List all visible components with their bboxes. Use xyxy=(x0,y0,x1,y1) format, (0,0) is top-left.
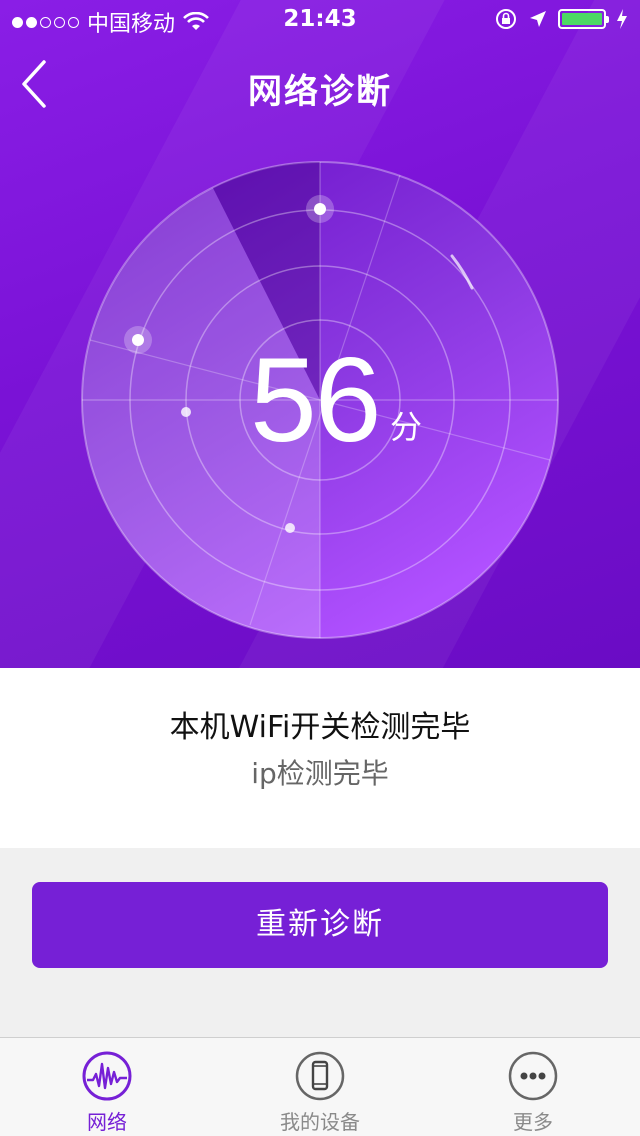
progress-line-1: 本机WiFi开关检测完毕 xyxy=(169,710,471,745)
network-wave-icon xyxy=(82,1051,132,1101)
tab-more-label: 更多 xyxy=(513,1110,553,1134)
page-title: 网络诊断 xyxy=(248,72,392,112)
more-dots-icon xyxy=(508,1051,558,1101)
location-arrow-icon xyxy=(530,11,546,27)
tab-network[interactable]: 网络 xyxy=(47,1050,167,1135)
tab-my-devices-label: 我的设备 xyxy=(280,1110,360,1134)
action-area: 重新诊断 xyxy=(0,848,640,1038)
charging-bolt-icon xyxy=(617,9,627,29)
tab-network-label: 网络 xyxy=(87,1110,127,1134)
score-display: 56 分 xyxy=(250,330,422,470)
status-right xyxy=(494,7,628,31)
score-unit: 分 xyxy=(390,408,423,446)
rotation-lock-icon xyxy=(496,9,516,29)
phone-device-icon xyxy=(295,1051,345,1101)
tab-bar: 网络 我的设备 更多 xyxy=(0,1037,640,1136)
tab-my-devices[interactable]: 我的设备 xyxy=(260,1050,380,1135)
tab-more[interactable]: 更多 xyxy=(473,1050,593,1135)
rediagnose-button[interactable]: 重新诊断 xyxy=(32,882,608,968)
diagnosis-progress: 本机WiFi开关检测完毕 ip检测完毕 xyxy=(0,668,640,848)
progress-line-2: ip检测完毕 xyxy=(251,757,389,790)
status-bar: 中国移动 21:43 xyxy=(0,0,640,40)
score-value: 56 xyxy=(250,333,381,467)
battery-icon xyxy=(558,9,609,29)
